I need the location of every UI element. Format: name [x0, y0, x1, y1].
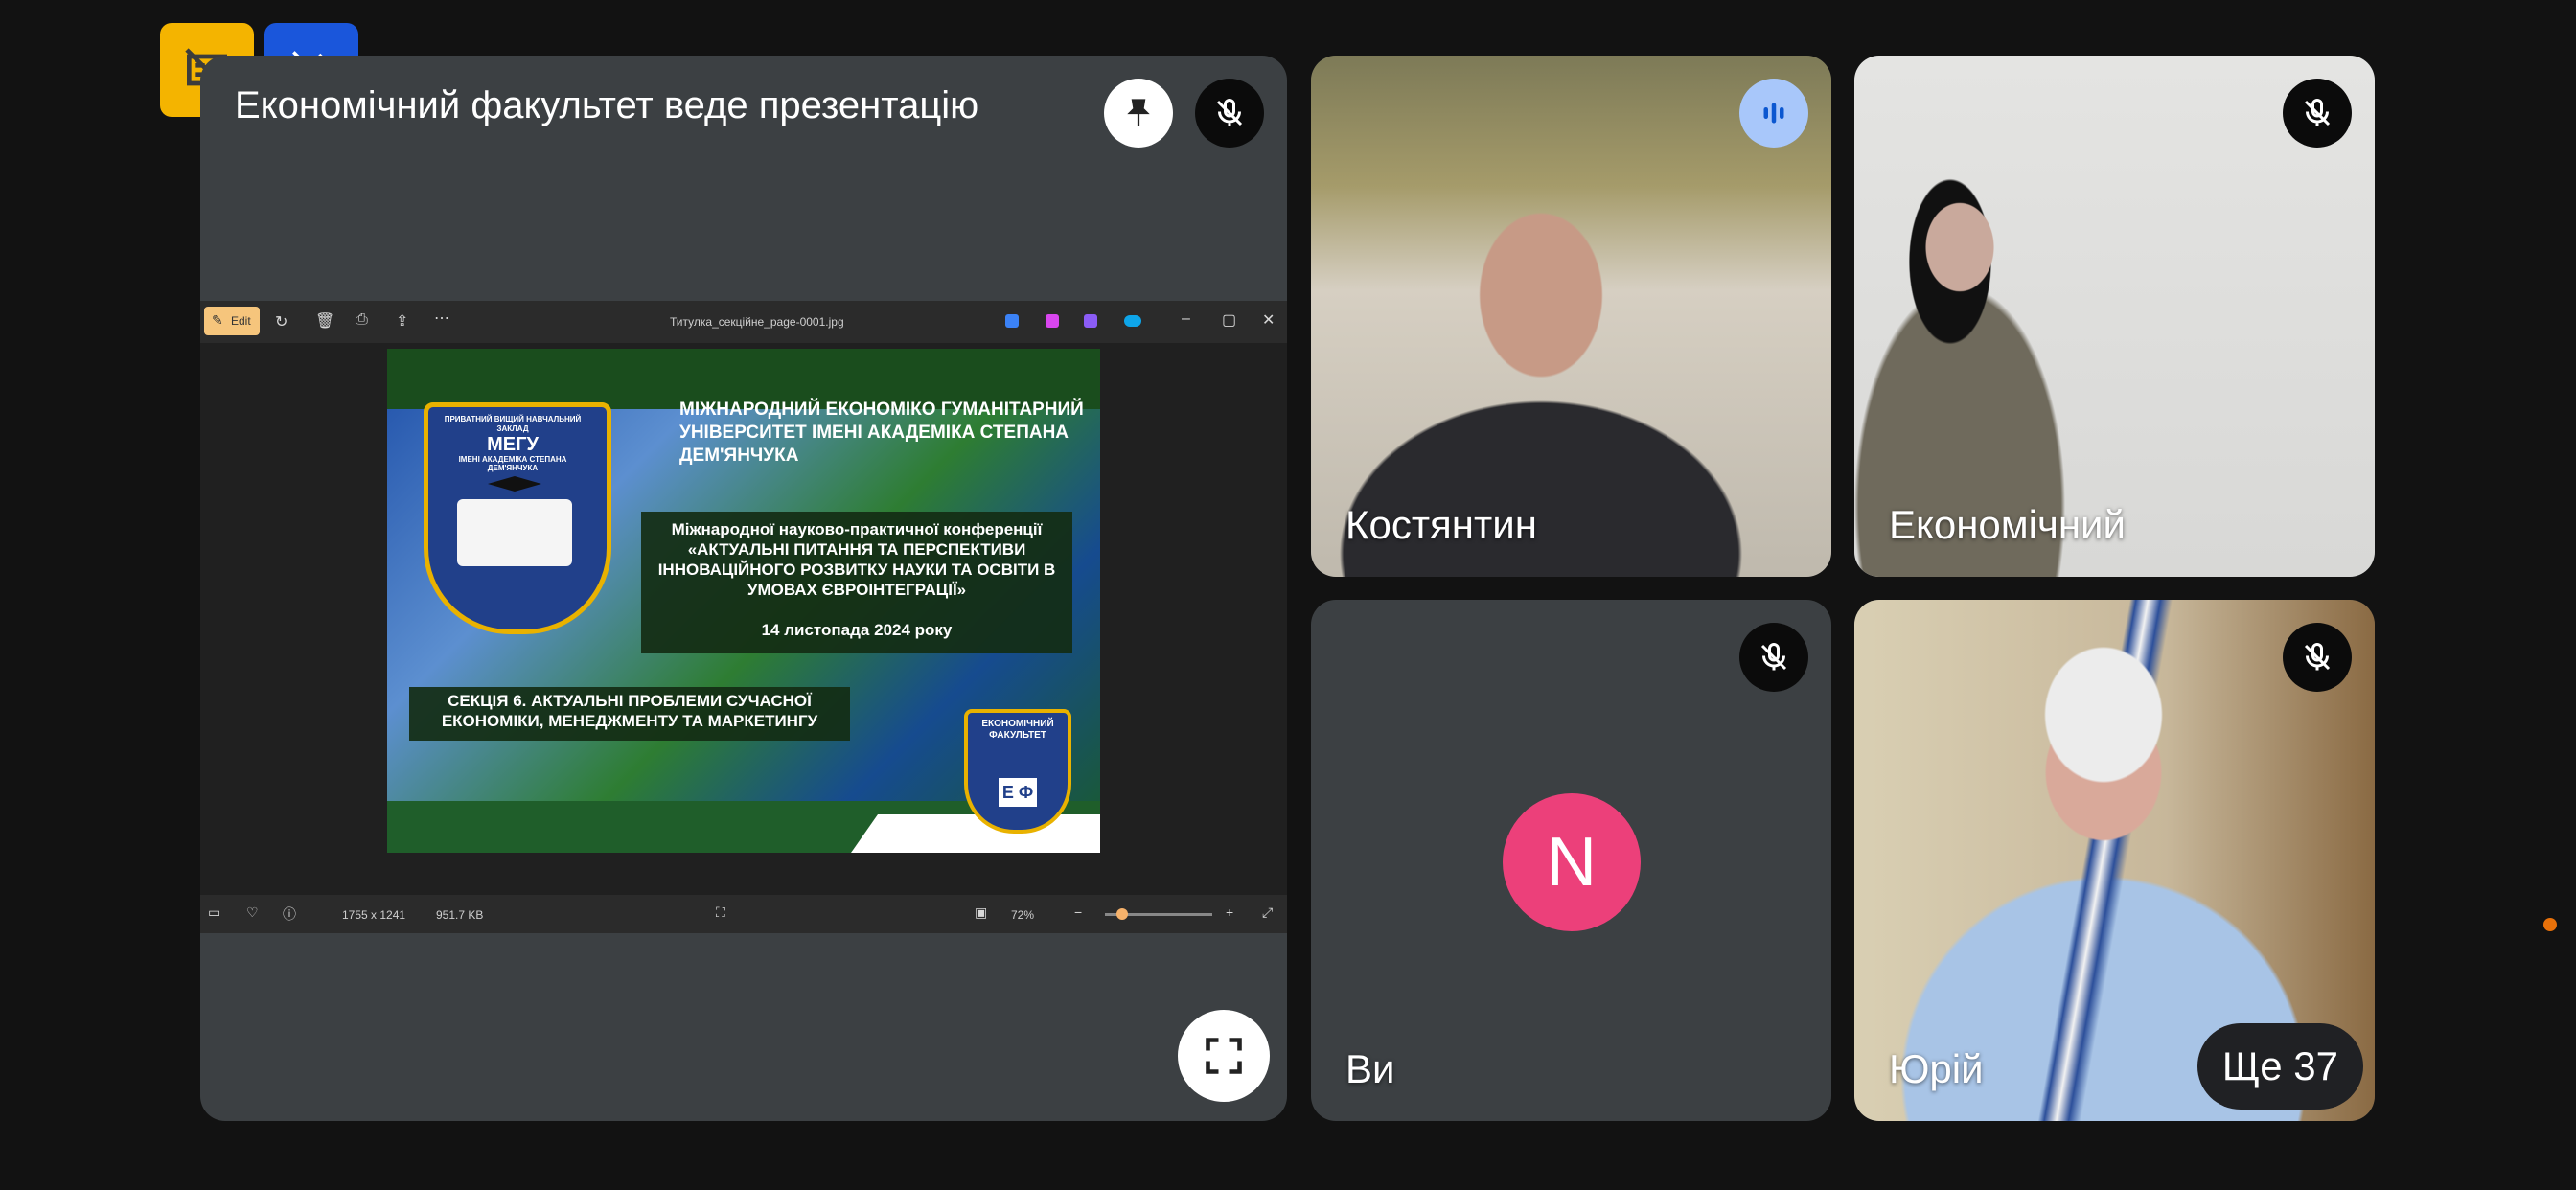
fullscreen-button[interactable] — [1178, 1010, 1270, 1102]
edit-icon: ✎ — [212, 312, 223, 328]
mic-off-indicator — [1195, 79, 1264, 148]
filmstrip-icon[interactable]: ▭ — [208, 904, 220, 921]
speaking-icon — [1763, 103, 1784, 124]
fullscreen-icon — [1206, 1038, 1242, 1074]
onedrive-icon[interactable] — [1124, 315, 1141, 327]
image-file-size: 951.7 KB — [436, 908, 484, 922]
university-name: МІЖНАРОДНИЙ ЕКОНОМІКО ГУМАНІТАРНИЙ УНІВЕ… — [679, 400, 1084, 466]
info-icon[interactable]: ⓘ — [283, 904, 296, 924]
more-participants-button[interactable]: Ще 37 — [2196, 1023, 2363, 1110]
university-crest: ПРИВАТНИЙ ВИЩИЙ НАВЧАЛЬНИЙ ЗАКЛАД МЕГУ І… — [424, 402, 611, 634]
maximize-icon[interactable]: ▢ — [1222, 310, 1236, 330]
app-icon-1[interactable] — [1005, 314, 1019, 328]
faculty-badge-text: ЕКОНОМІЧНИЙ ФАКУЛЬТЕТ — [981, 719, 1054, 741]
avatar: N — [1503, 793, 1641, 931]
expand-icon[interactable]: ⤢ — [1262, 904, 1273, 921]
share-icon[interactable]: ⇪ — [396, 311, 408, 331]
photo-viewer-window[interactable]: ✎ Edit ↻ 🗑 ⎙ ⇪ ⋯ Титулка_секційне_page-0… — [200, 301, 1287, 933]
participant-name: Ви — [1346, 1046, 1395, 1091]
viewer-toolbar: ✎ Edit ↻ 🗑 ⎙ ⇪ ⋯ Титулка_секційне_page-0… — [200, 301, 1287, 343]
zoom-in-icon[interactable]: + — [1226, 904, 1233, 920]
favorite-icon[interactable]: ♡ — [246, 904, 259, 921]
print-icon[interactable]: ⎙ — [356, 311, 368, 329]
app-icon-3[interactable] — [1084, 314, 1097, 328]
notification-dot — [2543, 918, 2557, 931]
participant-tile-self[interactable]: N Ви — [1311, 600, 1831, 1121]
participant-name: Костянтин — [1346, 502, 1537, 547]
mic-off-icon — [1216, 99, 1243, 126]
conference-date: 14 листопада 2024 року — [761, 621, 953, 639]
zoom-slider-thumb[interactable] — [1116, 908, 1128, 920]
crest-title: МЕГУ — [487, 434, 539, 455]
viewer-status-bar: ▭ ♡ ⓘ 1755 x 1241 951.7 KB ⛶ ▣ 72% − + ⤢ — [200, 895, 1287, 933]
zoom-out-icon[interactable]: − — [1074, 904, 1082, 920]
participant-tile[interactable]: Костянтин — [1311, 56, 1831, 577]
crest-top-text: ПРИВАТНИЙ ВИЩИЙ НАВЧАЛЬНИЙ ЗАКЛАД — [444, 415, 582, 433]
edit-button[interactable]: ✎ Edit — [204, 307, 260, 335]
faculty-badge: ЕКОНОМІЧНИЙ ФАКУЛЬТЕТ Е Ф — [964, 709, 1071, 834]
zoom-slider[interactable] — [1105, 908, 1212, 920]
close-icon[interactable]: ✕ — [1262, 310, 1275, 330]
book-icon — [457, 499, 572, 566]
participant-name: Економічний — [1889, 502, 2126, 547]
fit-icon[interactable]: ▣ — [975, 904, 987, 921]
pin-icon — [1127, 99, 1150, 126]
conference-title: Міжнародної науково-практичної конференц… — [657, 520, 1056, 599]
app-icon-2[interactable] — [1046, 314, 1059, 328]
graduation-cap-icon — [488, 476, 541, 492]
mic-off-indicator — [2283, 623, 2352, 692]
section-title: СЕКЦІЯ 6. АКТУАЛЬНІ ПРОБЛЕМИ СУЧАСНОЇ ЕК… — [441, 692, 818, 730]
participant-tile[interactable]: Економічний — [1854, 56, 2375, 577]
presentation-slide: ПРИВАТНИЙ ВИЩИЙ НАВЧАЛЬНИЙ ЗАКЛАД МЕГУ І… — [387, 349, 1100, 853]
participant-name: Юрій — [1889, 1046, 1984, 1091]
select-icon[interactable]: ⛶ — [716, 904, 725, 921]
presentation-tile[interactable]: Економічний факультет веде презентацію ✎… — [200, 56, 1287, 1121]
rotate-icon[interactable]: ↻ — [275, 312, 288, 332]
presenter-title: Економічний факультет веде презентацію — [235, 84, 979, 126]
file-name: Титулка_секційне_page-0001.jpg — [670, 315, 844, 329]
mic-off-icon — [2304, 643, 2331, 671]
minimize-icon[interactable]: – — [1182, 310, 1190, 328]
delete-icon[interactable]: 🗑 — [315, 311, 334, 331]
mic-off-icon — [1760, 643, 1787, 671]
more-icon[interactable]: ⋯ — [434, 309, 449, 328]
faculty-badge-letters: Е Ф — [999, 778, 1037, 807]
mic-off-icon — [2304, 99, 2331, 126]
crest-subtitle: ІМЕНІ АКАДЕМІКА СТЕПАНА ДЕМ'ЯНЧУКА — [458, 455, 567, 472]
image-dimensions: 1755 x 1241 — [342, 908, 406, 922]
pin-button[interactable] — [1104, 79, 1173, 148]
slide-corner — [851, 814, 1100, 853]
mic-off-indicator — [1739, 623, 1808, 692]
edit-label: Edit — [231, 314, 251, 328]
mic-off-indicator — [2283, 79, 2352, 148]
zoom-level[interactable]: 72% — [1011, 908, 1034, 922]
speaking-indicator — [1739, 79, 1808, 148]
participant-tile[interactable]: Юрій Ще 37 — [1854, 600, 2375, 1121]
